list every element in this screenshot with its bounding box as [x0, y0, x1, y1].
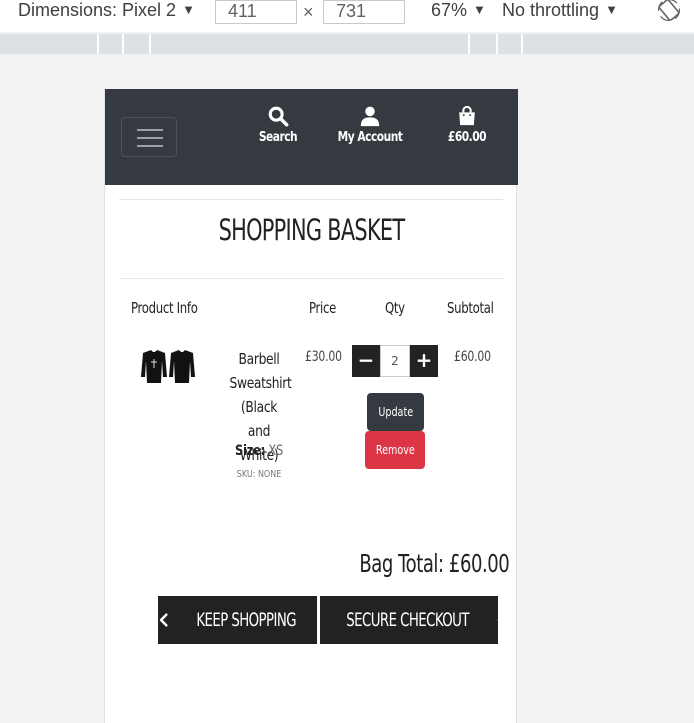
zoom-select[interactable]: 67% ▼	[431, 0, 486, 32]
chevron-down-icon: ▼	[182, 2, 195, 17]
decrement-qty-button[interactable]: −	[352, 345, 380, 377]
shopping-bag-icon	[459, 105, 475, 126]
device-select[interactable]: Dimensions: Pixel 2 ▼	[18, 0, 195, 32]
size-label: Size:	[234, 443, 265, 459]
dimension-separator: ×	[303, 2, 314, 22]
zoom-label: 67%	[431, 0, 468, 20]
page-title: SHOPPING BASKET	[218, 213, 406, 247]
nav-search-link[interactable]: Search	[253, 105, 303, 145]
nav-bag-link[interactable]: £60.00	[439, 105, 495, 145]
menu-toggle-button[interactable]	[121, 117, 177, 157]
nav-account-label: My Account	[337, 130, 403, 145]
throttling-select[interactable]: No throttling ▼	[502, 0, 618, 32]
width-input[interactable]: 411	[215, 0, 297, 24]
menu-icon	[137, 129, 163, 131]
divider	[119, 199, 503, 200]
divider	[119, 278, 503, 279]
lock-icon	[497, 619, 498, 621]
product-subtotal: £60.00	[454, 349, 491, 365]
nav-account-link[interactable]: My Account	[328, 105, 412, 145]
header-qty: Qty	[385, 299, 405, 317]
update-button[interactable]: Update	[367, 393, 424, 431]
header-product-info: Product Info	[131, 299, 198, 317]
navbar: Search My Account £60.00	[105, 89, 518, 185]
secure-checkout-button[interactable]: SECURE CHECKOUT	[320, 596, 498, 644]
devtools-device-toolbar: Dimensions: Pixel 2 ▼ 411 × 731 67% ▼ No t…	[0, 0, 694, 32]
product-size: Size: XS	[229, 443, 288, 459]
height-input[interactable]: 731	[323, 0, 405, 24]
header-price: Price	[309, 299, 336, 317]
header-subtotal: Subtotal	[447, 299, 494, 317]
chevron-left-icon	[159, 613, 168, 627]
product-price: £30.00	[305, 349, 342, 365]
size-value: XS	[268, 443, 284, 459]
device-viewport: Search My Account £60.00 SHOPPING BASKET…	[104, 89, 518, 723]
checkout-label: SECURE CHECKOUT	[346, 609, 469, 631]
media-query-ruler	[0, 34, 694, 54]
chevron-down-icon: ▼	[473, 2, 486, 17]
nav-search-label: Search	[258, 130, 298, 145]
product-image[interactable]	[137, 347, 199, 387]
bag-total: Bag Total: £60.00	[359, 549, 510, 578]
remove-label: Remove	[375, 443, 415, 457]
search-icon	[268, 106, 289, 127]
remove-button[interactable]: Remove	[365, 431, 425, 469]
quantity-stepper: − 2 +	[352, 345, 438, 377]
device-select-label: Dimensions: Pixel 2	[18, 0, 177, 20]
product-sku: SKU: NONE	[236, 469, 282, 480]
increment-qty-button[interactable]: +	[410, 345, 438, 377]
rotate-icon[interactable]	[657, 0, 681, 22]
keep-shopping-label: KEEP SHOPPING	[196, 609, 296, 631]
throttling-label: No throttling	[502, 0, 600, 20]
user-icon	[360, 106, 380, 127]
keep-shopping-button[interactable]: KEEP SHOPPING	[158, 596, 317, 644]
quantity-input[interactable]: 2	[380, 345, 410, 377]
update-label: Update	[378, 405, 413, 419]
nav-bag-total: £60.00	[447, 130, 487, 145]
chevron-down-icon: ▼	[605, 2, 618, 17]
